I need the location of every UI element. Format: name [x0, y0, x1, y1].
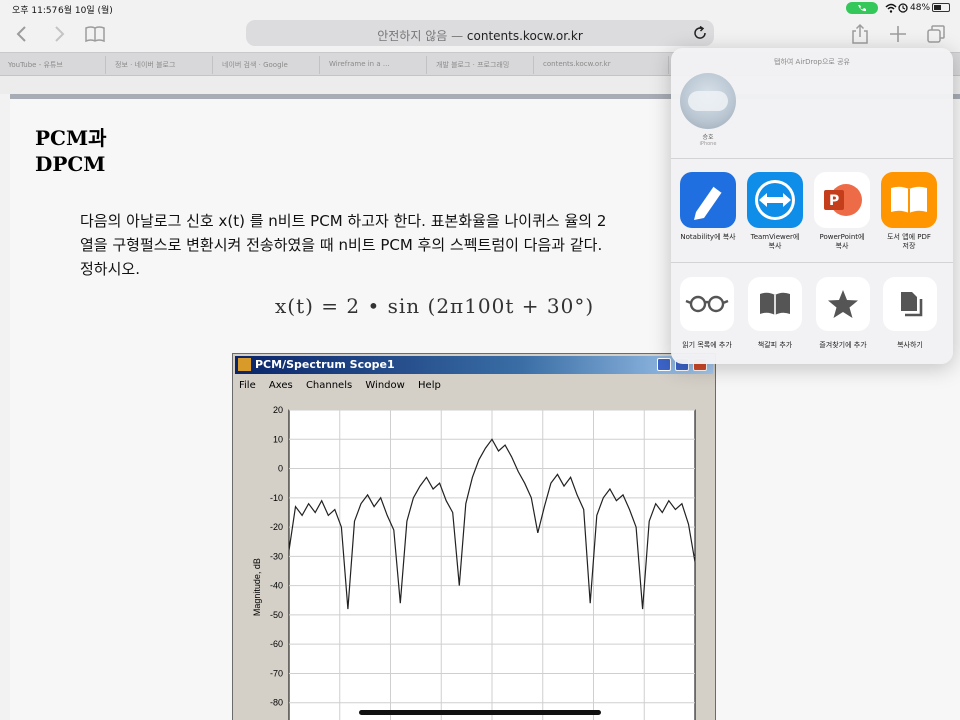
spectrum-plot: 20 10 0 -10 -20 -30 -40 -50 -60 -70 -80 Magnitude, …	[252, 405, 696, 720]
address-host: contents.kocw.or.kr	[466, 29, 583, 43]
menu-axes[interactable]: Axes	[269, 380, 293, 391]
star-icon	[828, 290, 858, 318]
reload-icon[interactable]	[692, 25, 708, 41]
tab-2[interactable]: 네이버 검색 · Google	[214, 56, 320, 74]
add-bookmark-button[interactable]	[748, 277, 802, 331]
add-favorite-button[interactable]	[816, 277, 870, 331]
y-tick-label: -70	[270, 668, 283, 678]
y-tick-label: -50	[270, 610, 283, 620]
airdrop-avatar[interactable]	[680, 73, 736, 129]
airdrop-device: iPhone	[699, 141, 717, 147]
y-tick-label: -30	[270, 551, 283, 561]
app-label-books: 도서 앱에 PDF 저장	[874, 233, 944, 251]
action-label-copy: 복사하기	[897, 341, 923, 349]
action-label-favorite: 즐겨찾기에 추가	[819, 341, 867, 349]
tab-3[interactable]: Wireframe in a ...	[321, 56, 427, 74]
scope-titlebar[interactable]: PCM/Spectrum Scope1	[235, 356, 713, 374]
y-tick-label: -40	[270, 581, 283, 591]
app-label-teamviewer: TeamViewer에 복사	[740, 233, 810, 251]
tabs-icon[interactable]	[924, 22, 948, 46]
address-text: 안전하지 않음 — contents.kocw.or.kr	[246, 27, 714, 44]
chevron-right-icon[interactable]	[47, 22, 71, 46]
status-time: 오후 11:57	[12, 6, 58, 16]
tab-4[interactable]: 개발 블로그 · 프로그래밍	[428, 56, 534, 74]
reading-list-button[interactable]	[680, 277, 734, 331]
page-title-line1: PCM과	[35, 126, 107, 150]
tab-1[interactable]: 정보 · 네이버 블로그	[107, 56, 213, 74]
phone-icon	[858, 5, 866, 12]
plus-icon[interactable]	[886, 22, 910, 46]
notability-icon[interactable]	[680, 172, 736, 228]
ipad-safari-screen: 오후 11:57 6월 10일 (월) 48% 안전하지 않음 — conten…	[0, 0, 960, 720]
copy-icon	[901, 292, 923, 317]
y-axis-label: Magnitude, dB	[252, 558, 262, 616]
call-indicator[interactable]	[846, 2, 878, 14]
matlab-logo-icon	[238, 358, 251, 371]
scope-menubar: File Axes Channels Window Help	[239, 380, 451, 391]
tab-5[interactable]: contents.kocw.or.kr	[535, 56, 669, 74]
book-icon[interactable]	[83, 22, 107, 46]
y-tick-label: -20	[270, 522, 283, 532]
signal-formula: x(t) = 2 • sin (2π100t + 30°)	[275, 294, 595, 318]
airdrop-name: 승호	[702, 134, 714, 141]
y-tick-label: 0	[278, 464, 283, 474]
address-security-warning: 안전하지 않음 —	[377, 29, 467, 43]
action-label-bookmark: 책갈피 추가	[757, 341, 793, 349]
menu-window[interactable]: Window	[365, 380, 404, 391]
y-tick-label: -10	[270, 493, 283, 503]
tab-0[interactable]: YouTube - 유튜브	[0, 56, 106, 74]
app-label-powerpoint-text: PowerPoint에 복사	[819, 233, 865, 250]
share-sheet: 탭하여 AirDrop으로 공유 승호 iPhone P Notability에…	[671, 48, 953, 364]
chevron-left-icon[interactable]	[10, 22, 34, 46]
menu-help[interactable]: Help	[418, 380, 441, 391]
question-line-2: 열을 구형펄스로 변환시켜 전송하였을 때 n비트 PCM 후의 스펙트럼이 다…	[80, 236, 603, 254]
scope-window: PCM/Spectrum Scope1 File Axes Channels W…	[232, 353, 716, 720]
y-tick-label: 10	[273, 434, 283, 444]
action-label-reading-list: 읽기 목록에 추가	[682, 341, 732, 349]
battery-percent: 48%	[910, 3, 931, 13]
page-title-line2: DPCM	[35, 152, 106, 176]
sheet-separator	[671, 262, 953, 263]
status-bar: 오후 11:57 6월 10일 (월) 48%	[0, 0, 960, 16]
svg-text:P: P	[829, 193, 839, 209]
menu-file[interactable]: File	[239, 380, 256, 391]
status-date: 6월 10일 (월)	[58, 6, 113, 16]
teamviewer-icon[interactable]	[747, 172, 803, 228]
home-indicator[interactable]	[359, 710, 601, 715]
scope-title: PCM/Spectrum Scope1	[255, 358, 395, 371]
y-tick-label: -60	[270, 639, 283, 649]
share-icon[interactable]	[848, 22, 872, 46]
copy-button[interactable]	[883, 277, 937, 331]
minimize-icon[interactable]	[657, 358, 671, 371]
battery-icon	[932, 3, 950, 12]
powerpoint-icon[interactable]: P	[814, 172, 870, 228]
y-tick-label: 20	[273, 405, 283, 415]
app-label-teamviewer-text: TeamViewer에 복사	[750, 233, 800, 250]
app-label-powerpoint: PowerPoint에 복사	[807, 233, 877, 251]
app-label-notability: Notability에 복사	[680, 233, 736, 241]
y-tick-label: -80	[270, 698, 283, 708]
browser-toolbar: 안전하지 않음 — contents.kocw.or.kr	[0, 16, 960, 52]
address-bar[interactable]: 안전하지 않음 — contents.kocw.or.kr	[246, 20, 714, 46]
book-icon	[760, 292, 790, 315]
glasses-icon	[685, 295, 729, 313]
books-icon[interactable]	[881, 172, 937, 228]
app-label-books-text: 도서 앱에 PDF 저장	[887, 233, 931, 250]
wifi-icon	[885, 3, 908, 13]
menu-channels[interactable]: Channels	[306, 380, 352, 391]
question-line-1: 다음의 아날로그 신호 x(t) 를 n비트 PCM 하고자 한다. 표본화율을…	[80, 212, 607, 230]
question-line-3: 정하시오.	[80, 260, 140, 278]
sheet-separator	[671, 158, 953, 159]
airdrop-caption: 탭하여 AirDrop으로 공유	[774, 58, 850, 66]
